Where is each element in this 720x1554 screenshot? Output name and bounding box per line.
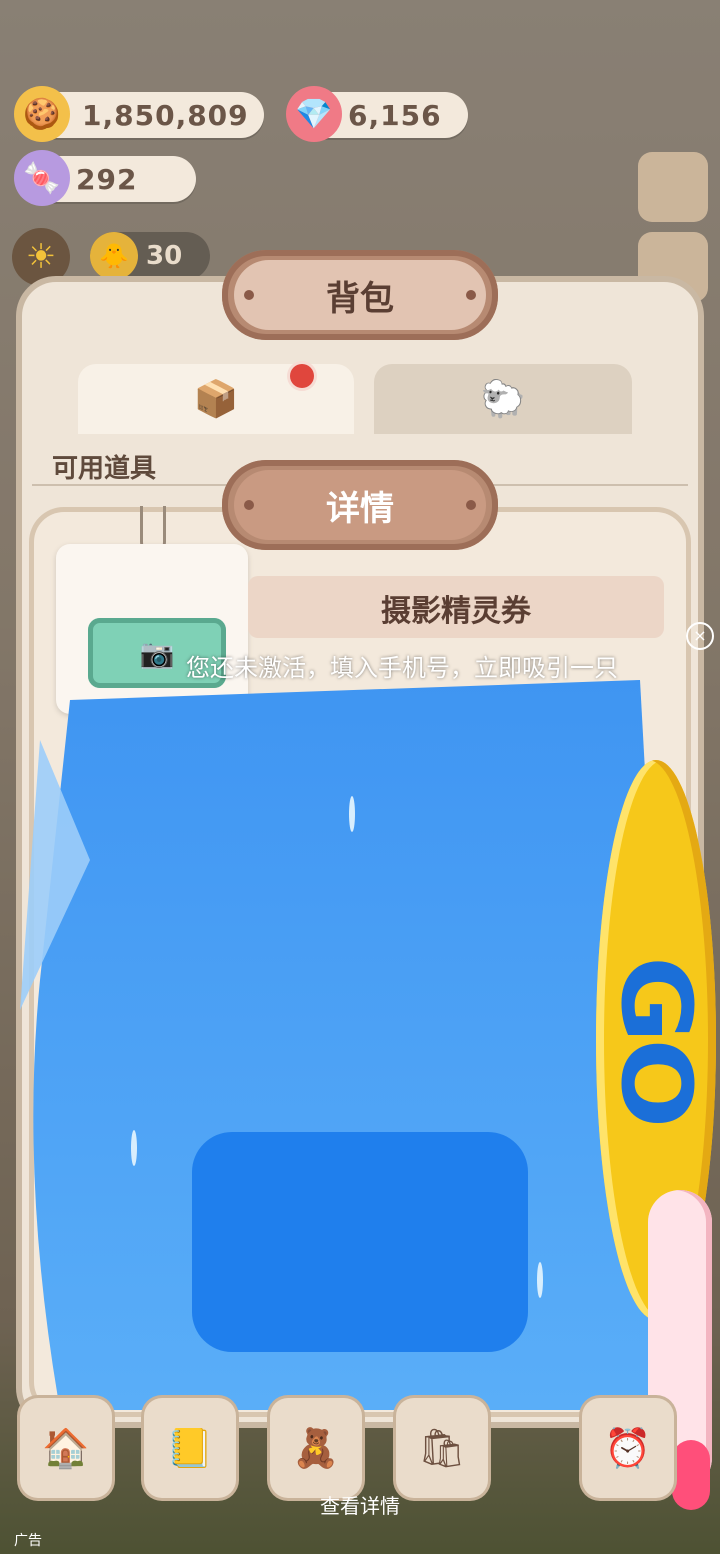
sheep-icon: 🐑 (480, 379, 526, 420)
chick-icon: 🐥 (90, 232, 138, 280)
mushroom-house-icon: 🏠 (42, 1425, 90, 1470)
shop-button[interactable]: 🛍 (396, 1398, 488, 1498)
character-icon: 🧸 (292, 1425, 340, 1470)
ad-overlay-text[interactable]: 您还未激活，填入手机号，立即吸引一只 (186, 648, 618, 683)
view-details-link[interactable]: 查看详情 (0, 1490, 720, 1519)
candy-value: 292 (76, 162, 138, 196)
go-label: GO (600, 956, 712, 1124)
mushroom-house-button[interactable]: 🏠 (20, 1398, 112, 1498)
coin-counter[interactable]: 🍪 1,850,809 (14, 86, 264, 142)
chick-counter[interactable]: 🐥 30 (90, 232, 210, 280)
notebook-icon: 📒 (166, 1425, 214, 1470)
backpack-title: 背包 (234, 260, 486, 330)
gem-counter[interactable]: 💎 6,156 (286, 86, 468, 142)
ad-tag: 广告 (14, 1533, 42, 1549)
pink-gem-icon: 💎 (286, 86, 342, 142)
gem-value: 6,156 (348, 98, 442, 132)
side-flower-button[interactable] (638, 152, 708, 222)
notification-dot (290, 364, 314, 388)
section-label-available-items: 可用道具 (52, 454, 157, 484)
shop-icon: 🛍 (417, 1425, 467, 1470)
clock-icon: ⏰ (604, 1425, 652, 1470)
tab-pets[interactable]: 🐑 (374, 364, 632, 434)
coin-value: 1,850,809 (82, 98, 249, 132)
sun-icon[interactable]: ☀ (12, 228, 70, 286)
notebook-button[interactable]: 📒 (144, 1398, 236, 1498)
cookie-coin-icon: 🍪 (14, 86, 70, 142)
detail-title: 详情 (234, 470, 486, 540)
header-rivet (466, 500, 476, 510)
close-icon[interactable]: × (686, 622, 714, 650)
character-button[interactable]: 🧸 (270, 1398, 362, 1498)
detail-header: 详情 (222, 460, 498, 550)
header-rivet (244, 290, 254, 300)
clock-button[interactable]: ⏰ (582, 1398, 674, 1498)
backpack-header: 背包 (222, 250, 498, 340)
item-name: 摄影精灵券 (381, 594, 531, 629)
box-icon: 📦 (193, 379, 239, 420)
candy-icon: 🍬 (14, 150, 70, 206)
header-rivet (466, 290, 476, 300)
chick-count-value: 30 (146, 241, 183, 271)
candy-counter[interactable]: 🍬 292 (14, 150, 196, 206)
header-rivet (244, 500, 254, 510)
